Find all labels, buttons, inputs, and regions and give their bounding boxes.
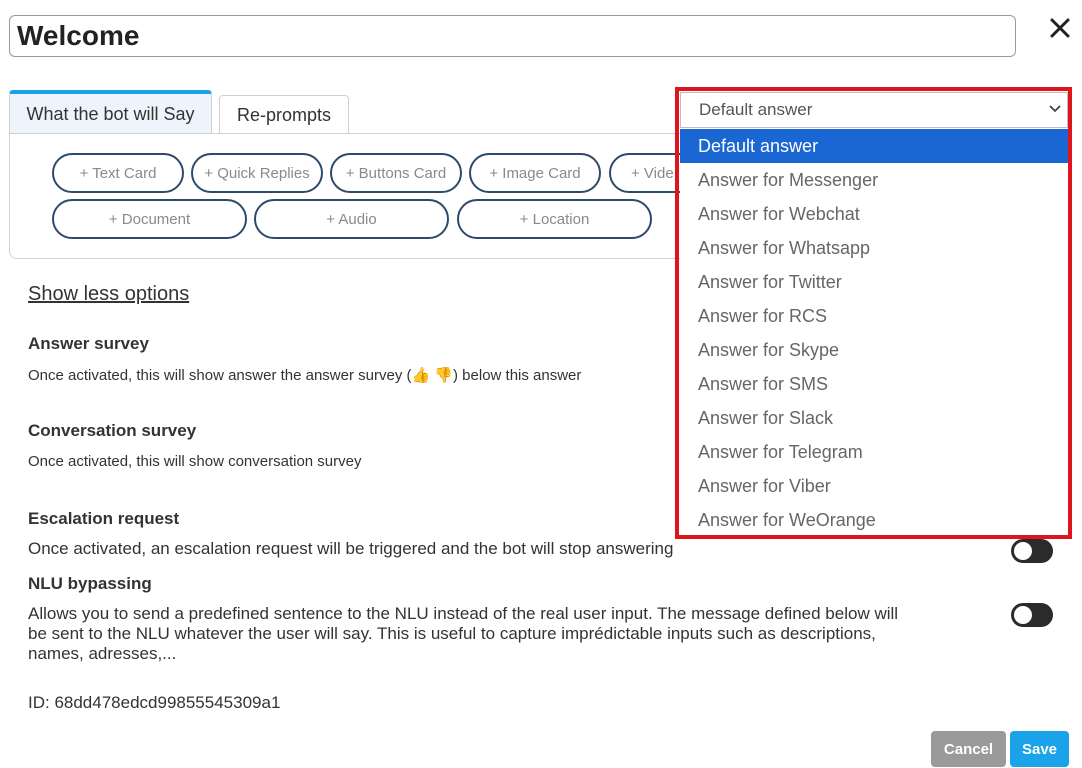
selected-channel-label: Default answer [699,100,813,119]
save-button[interactable]: Save [1010,731,1069,767]
add-image-card-button[interactable]: + Image Card [469,153,601,193]
answer-channel-select[interactable]: Default answer [680,92,1068,128]
option-rcs[interactable]: Answer for RCS [680,299,1068,333]
tab-re-prompts[interactable]: Re-prompts [219,95,349,134]
close-button[interactable] [1044,12,1076,44]
option-slack[interactable]: Answer for Slack [680,401,1068,435]
answer-survey-title: Answer survey [28,334,149,353]
chevron-down-icon [1049,105,1061,113]
option-telegram[interactable]: Answer for Telegram [680,435,1068,469]
option-weorange[interactable]: Answer for WeOrange [680,503,1068,535]
option-webchat[interactable]: Answer for Webchat [680,197,1068,231]
nlu-bypassing-description: Allows you to send a predefined sentence… [28,604,899,663]
conversation-survey-description: Once activated, this will show conversat… [28,453,362,470]
option-default-answer[interactable]: Default answer [680,129,1068,163]
option-messenger[interactable]: Answer for Messenger [680,163,1068,197]
conversation-survey-title: Conversation survey [28,421,197,440]
option-sms[interactable]: Answer for SMS [680,367,1068,401]
escalation-request-title: Escalation request [28,509,180,528]
show-less-options-link[interactable]: Show less options [28,283,189,306]
add-buttons-card-button[interactable]: + Buttons Card [330,153,462,193]
answer-survey-description: Once activated, this will show answer th… [28,367,582,384]
add-document-button[interactable]: + Document [52,199,247,239]
channel-option-list: Default answer Answer for Messenger Answ… [680,129,1068,535]
option-viber[interactable]: Answer for Viber [680,469,1068,503]
add-quick-replies-button[interactable]: + Quick Replies [191,153,323,193]
nlu-bypassing-toggle[interactable] [1011,603,1053,627]
option-whatsapp[interactable]: Answer for Whatsapp [680,231,1068,265]
add-location-button[interactable]: + Location [457,199,652,239]
card-panel: + Text Card + Quick Replies + Buttons Ca… [9,133,709,259]
escalation-request-description: Once activated, an escalation request wi… [28,539,674,558]
tab-what-bot-says[interactable]: What the bot will Say [9,90,212,134]
add-text-card-button[interactable]: + Text Card [52,153,184,193]
option-twitter[interactable]: Answer for Twitter [680,265,1068,299]
answer-id: ID: 68dd478edcd99855545309a1 [28,693,281,712]
escalation-request-toggle[interactable] [1011,539,1053,563]
option-skype[interactable]: Answer for Skype [680,333,1068,367]
add-audio-button[interactable]: + Audio [254,199,449,239]
close-icon [1050,18,1070,38]
cancel-button[interactable]: Cancel [931,731,1006,767]
answer-title-input[interactable] [9,15,1016,57]
nlu-bypassing-title: NLU bypassing [28,574,152,593]
